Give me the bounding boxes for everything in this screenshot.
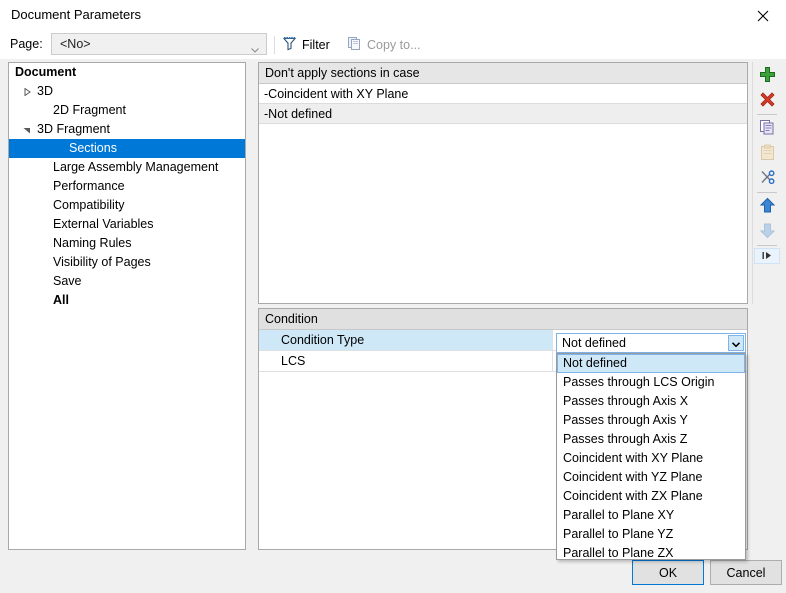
tree-item-label: Document <box>15 63 76 82</box>
filter-label: Filter <box>302 38 330 52</box>
list-item[interactable]: -Not defined <box>259 104 747 124</box>
tree-item-label: 2D Fragment <box>53 101 126 120</box>
dropdown-option[interactable]: Not defined <box>557 354 745 373</box>
paste-button[interactable] <box>755 142 779 166</box>
condition-type-dropdown-button[interactable] <box>728 335 744 351</box>
tree-item-large-assembly-management[interactable]: Large Assembly Management <box>9 158 245 177</box>
copy-icon <box>347 36 362 54</box>
add-button[interactable] <box>755 64 779 88</box>
tree-item-label: Naming Rules <box>53 234 132 253</box>
toolbar-separator-4 <box>757 245 777 246</box>
scissors-icon <box>759 169 776 189</box>
dropdown-option[interactable]: Parallel to Plane YZ <box>557 525 745 544</box>
copy-icon <box>759 119 776 139</box>
condition-row-name: LCS <box>259 351 553 371</box>
tree-item-document[interactable]: Document <box>9 63 245 82</box>
condition-type-select[interactable]: Not defined <box>556 333 746 353</box>
dropdown-option[interactable]: Coincident with ZX Plane <box>557 487 745 506</box>
tree-item-label: Performance <box>53 177 125 196</box>
dropdown-option[interactable]: Parallel to Plane XY <box>557 506 745 525</box>
tree-item-save[interactable]: Save <box>9 272 245 291</box>
tree-item-label: Compatibility <box>53 196 125 215</box>
tree-item-label: External Variables <box>53 215 154 234</box>
filter-icon <box>282 36 297 54</box>
tree-item-label: All <box>53 291 69 310</box>
tree-item-all[interactable]: All <box>9 291 245 310</box>
condition-row-name: Condition Type <box>259 330 553 350</box>
sections-list-rows[interactable]: -Coincident with XY Plane-Not defined <box>259 84 747 124</box>
chevron-down-icon <box>251 42 259 47</box>
sections-list-header: Don't apply sections in case <box>259 63 747 84</box>
arrow-down-icon <box>759 222 776 242</box>
toolbar-separator-1 <box>274 36 275 54</box>
close-button[interactable] <box>740 0 786 31</box>
tree-item-2d-fragment[interactable]: 2D Fragment <box>9 101 245 120</box>
tree-item-sections[interactable]: Sections <box>9 139 245 158</box>
tree-item-performance[interactable]: Performance <box>9 177 245 196</box>
tree-item-external-variables[interactable]: External Variables <box>9 215 245 234</box>
chevron-down-icon <box>732 336 740 350</box>
tree-item-3d[interactable]: 3D <box>9 82 245 101</box>
settings-tree[interactable]: Document3D2D Fragment3D FragmentSections… <box>8 62 246 550</box>
expand-icon <box>761 249 773 263</box>
tree-item-label: 3D <box>37 82 53 101</box>
page-label: Page: <box>10 37 43 51</box>
page-select-value: <No> <box>60 37 91 51</box>
toolbar-separator-2 <box>757 114 777 115</box>
sections-list-panel[interactable]: Don't apply sections in case -Coincident… <box>258 62 748 304</box>
copy-to-button[interactable]: Copy to... <box>347 34 421 56</box>
arrow-up-icon <box>759 197 776 217</box>
page-select[interactable]: <No> <box>51 33 267 55</box>
tree-item-3d-fragment[interactable]: 3D Fragment <box>9 120 245 139</box>
move-down-button[interactable] <box>755 220 779 244</box>
tree-item-label: Sections <box>69 139 117 158</box>
twisty-collapsed-icon[interactable] <box>21 82 33 101</box>
filter-button[interactable]: Filter <box>282 34 330 56</box>
tree-item-compatibility[interactable]: Compatibility <box>9 196 245 215</box>
copy-to-label: Copy to... <box>367 38 421 52</box>
condition-type-value: Not defined <box>562 336 626 350</box>
list-item[interactable]: -Coincident with XY Plane <box>259 84 747 104</box>
dropdown-option[interactable]: Passes through Axis Y <box>557 411 745 430</box>
dropdown-option[interactable]: Passes through Axis X <box>557 392 745 411</box>
delete-button[interactable] <box>755 89 779 113</box>
dropdown-option[interactable]: Coincident with YZ Plane <box>557 468 745 487</box>
tree-item-naming-rules[interactable]: Naming Rules <box>9 234 245 253</box>
tree-item-visibility-of-pages[interactable]: Visibility of Pages <box>9 253 245 272</box>
dropdown-option[interactable]: Coincident with XY Plane <box>557 449 745 468</box>
condition-type-dropdown-list[interactable]: Not definedPasses through LCS OriginPass… <box>556 353 746 560</box>
ok-button[interactable]: OK <box>632 560 704 585</box>
cross-icon <box>759 91 776 111</box>
move-up-button[interactable] <box>755 195 779 219</box>
dropdown-option[interactable]: Parallel to Plane ZX <box>557 544 745 560</box>
tree-item-label: Visibility of Pages <box>53 253 151 272</box>
copy-button[interactable] <box>755 117 779 141</box>
list-actions-toolbar <box>752 62 780 304</box>
paste-icon <box>759 144 776 164</box>
condition-header: Condition <box>259 309 747 330</box>
tree-item-label: 3D Fragment <box>37 120 110 139</box>
dropdown-option[interactable]: Passes through Axis Z <box>557 430 745 449</box>
cut-button[interactable] <box>755 167 779 191</box>
cancel-button[interactable]: Cancel <box>710 560 782 585</box>
plus-icon <box>759 66 776 86</box>
window-title: Document Parameters <box>11 7 141 22</box>
close-icon <box>757 10 769 22</box>
tree-item-label: Large Assembly Management <box>53 158 218 177</box>
toolbar: Page: <No> Filter <box>0 31 786 59</box>
twisty-expanded-icon[interactable] <box>21 120 33 139</box>
title-bar: Document Parameters <box>0 0 786 32</box>
toolbar-separator-3 <box>757 192 777 193</box>
twisty-expanded-icon[interactable] <box>8 63 11 82</box>
dropdown-option[interactable]: Passes through LCS Origin <box>557 373 745 392</box>
tree-item-label: Save <box>53 272 82 291</box>
expand-panel-button[interactable] <box>754 248 780 264</box>
